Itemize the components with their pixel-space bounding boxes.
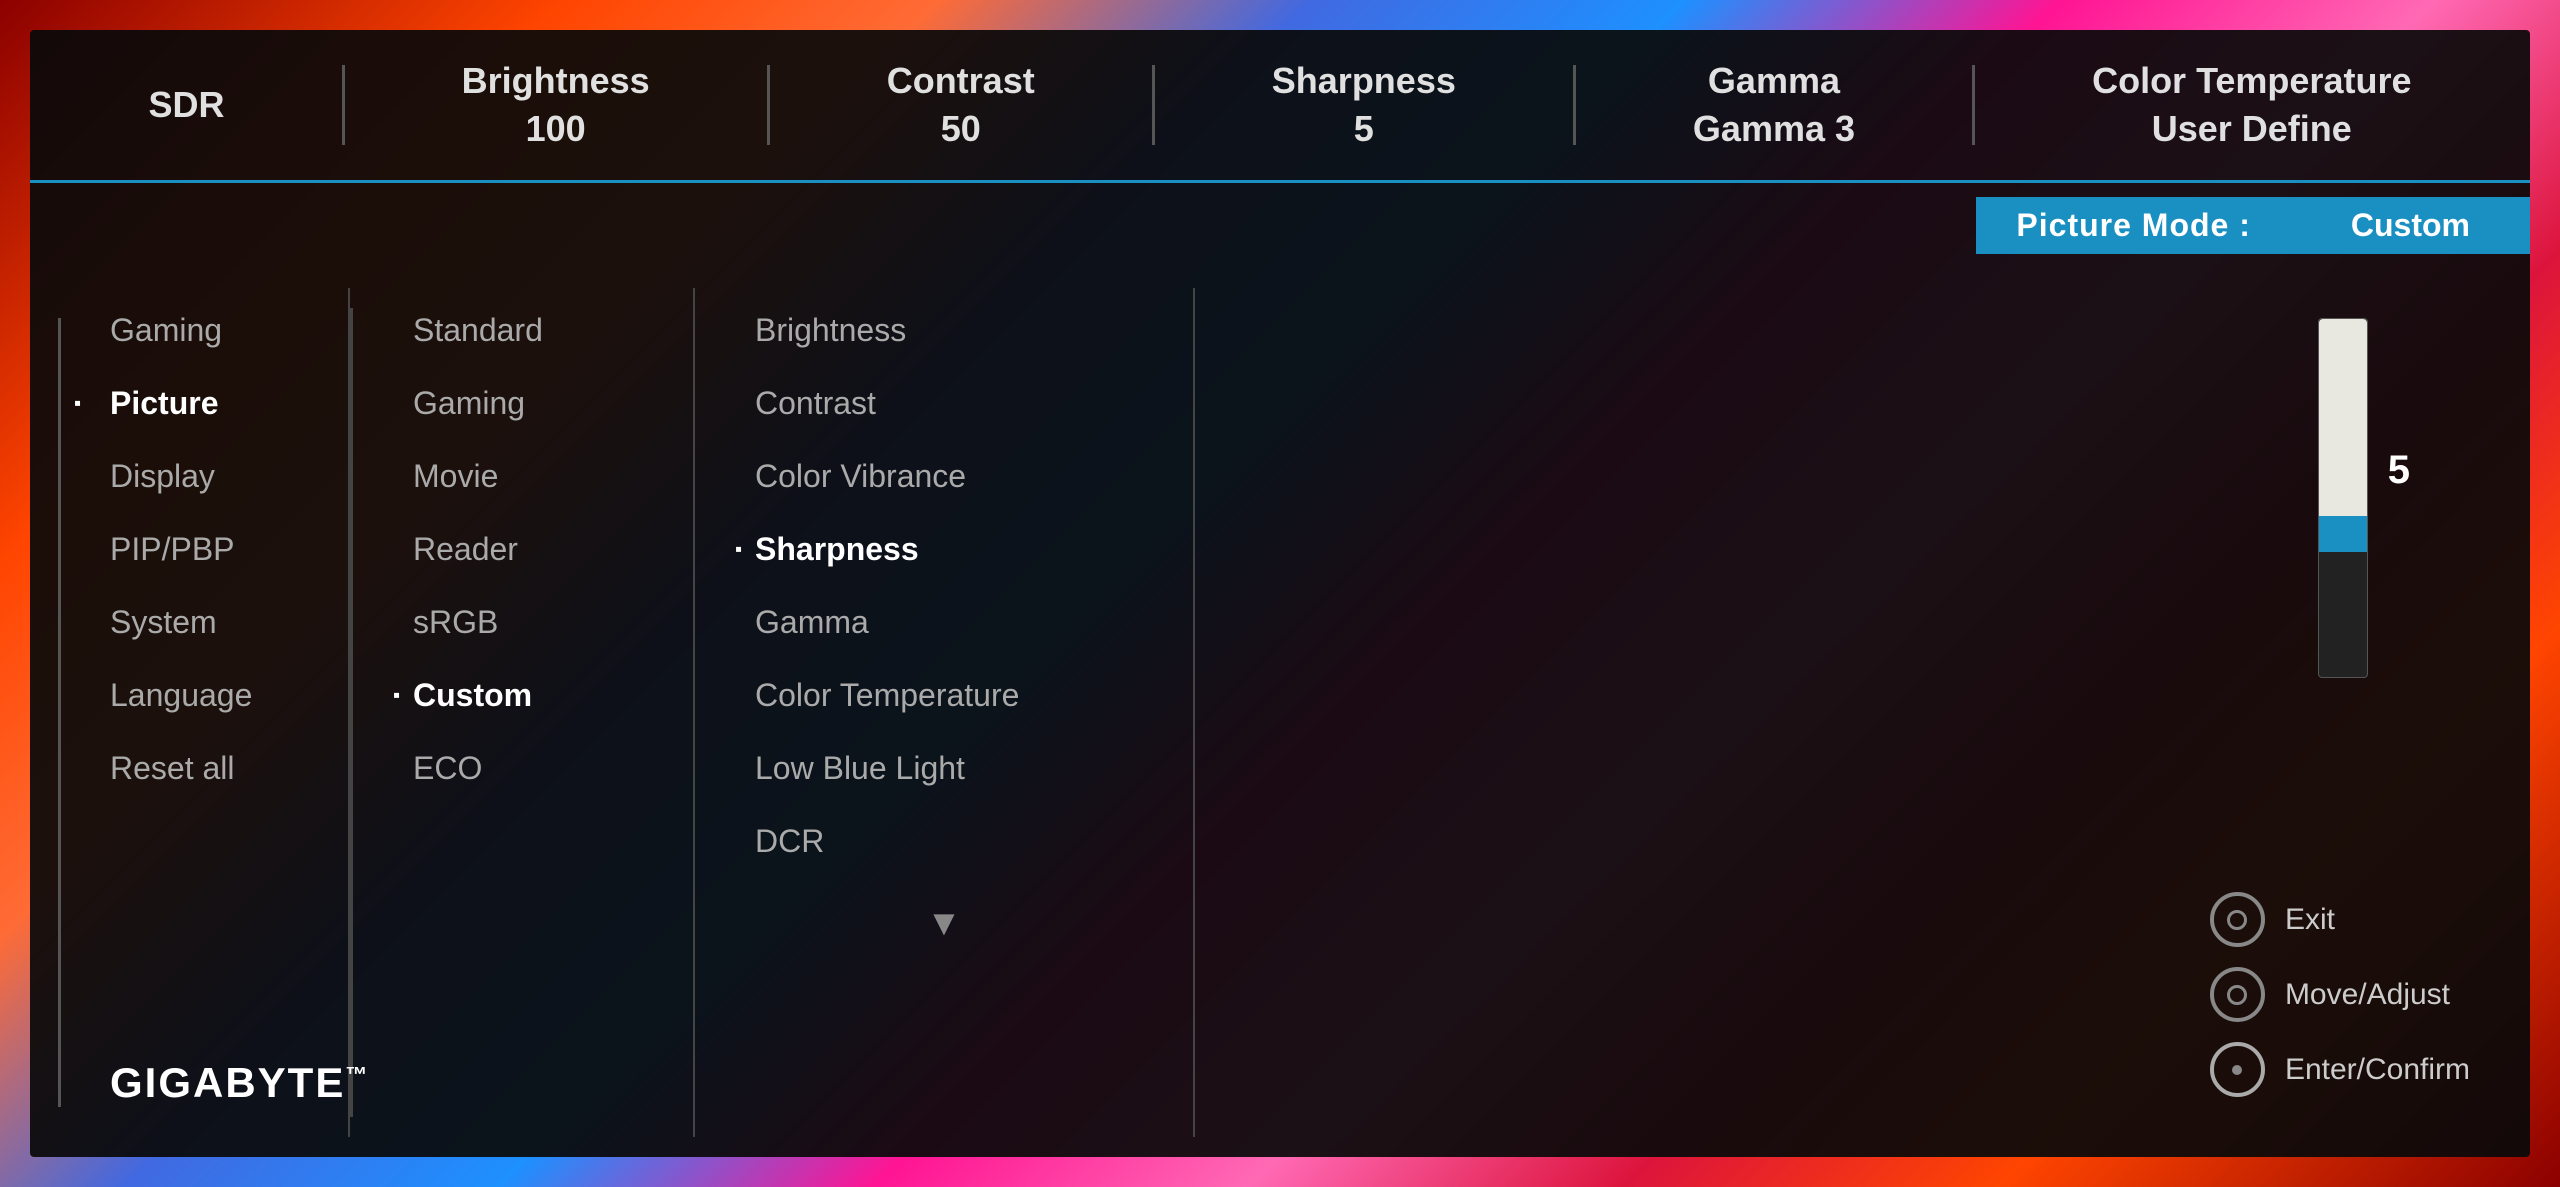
submenu-movie[interactable]: Movie bbox=[393, 454, 653, 499]
brightness-top-value: 100 bbox=[526, 108, 586, 150]
setting-color-vibrance[interactable]: Color Vibrance bbox=[735, 454, 1153, 499]
controls-area: Exit Move/Adjust Enter/Confirm bbox=[2210, 892, 2470, 1097]
settings-column: Brightness Contrast Color Vibrance Sharp… bbox=[693, 288, 1193, 1137]
exit-icon bbox=[2210, 892, 2265, 947]
color-temp-top-value: User Define bbox=[2152, 108, 2352, 150]
brand-name: GIGABYTE™ bbox=[110, 1059, 369, 1107]
submenu-column: Standard Gaming Movie Reader sRGB Custom… bbox=[353, 288, 693, 1137]
color-temp-top-label: Color Temperature bbox=[2092, 60, 2411, 102]
submenu-eco[interactable]: ECO bbox=[393, 746, 653, 791]
move-adjust-control[interactable]: Move/Adjust bbox=[2210, 967, 2470, 1022]
status-brightness: Brightness 100 bbox=[462, 60, 650, 150]
move-adjust-icon bbox=[2210, 967, 2265, 1022]
enter-confirm-control[interactable]: Enter/Confirm bbox=[2210, 1042, 2470, 1097]
exit-label: Exit bbox=[2285, 903, 2335, 937]
slider-value: 5 bbox=[2388, 448, 2410, 493]
left-menu: Gaming Picture Display PIP/PBP System La… bbox=[30, 288, 350, 1137]
gamma-top-label: Gamma bbox=[1708, 60, 1840, 102]
contrast-top-label: Contrast bbox=[887, 60, 1035, 102]
sharpness-top-value: 5 bbox=[1354, 108, 1374, 150]
menu-item-picture[interactable]: Picture bbox=[90, 381, 348, 426]
setting-low-blue-light[interactable]: Low Blue Light bbox=[735, 746, 1153, 791]
menu-item-system[interactable]: System bbox=[90, 600, 348, 645]
divider-4 bbox=[1573, 65, 1576, 145]
divider-2 bbox=[767, 65, 770, 145]
slider-fill-top bbox=[2319, 319, 2367, 516]
submenu-gaming[interactable]: Gaming bbox=[393, 381, 653, 426]
contrast-top-value: 50 bbox=[941, 108, 981, 150]
slider-fill-blue bbox=[2319, 516, 2367, 552]
setting-color-temperature[interactable]: Color Temperature bbox=[735, 673, 1153, 718]
status-contrast: Contrast 50 bbox=[887, 60, 1035, 150]
menu-item-gaming[interactable]: Gaming bbox=[90, 308, 348, 353]
exit-control[interactable]: Exit bbox=[2210, 892, 2470, 947]
top-status-bar: SDR Brightness 100 Contrast 50 Sharpness… bbox=[30, 30, 2530, 183]
setting-gamma[interactable]: Gamma bbox=[735, 600, 1153, 645]
status-color-temp: Color Temperature User Define bbox=[2092, 60, 2411, 150]
slider-area: 5 bbox=[2318, 318, 2410, 678]
setting-contrast[interactable]: Contrast bbox=[735, 381, 1153, 426]
osd-container: SDR Brightness 100 Contrast 50 Sharpness… bbox=[30, 30, 2530, 1157]
exit-icon-inner bbox=[2227, 910, 2247, 930]
setting-dcr[interactable]: DCR bbox=[735, 819, 1153, 864]
main-content: Gaming Picture Display PIP/PBP System La… bbox=[30, 268, 2530, 1157]
picture-mode-value: Custom bbox=[2291, 197, 2530, 254]
submenu-custom[interactable]: Custom bbox=[393, 673, 653, 718]
sdr-label: SDR bbox=[149, 84, 225, 126]
status-sharpness: Sharpness 5 bbox=[1272, 60, 1456, 150]
enter-confirm-icon bbox=[2210, 1042, 2265, 1097]
enter-confirm-icon-dot bbox=[2232, 1065, 2242, 1075]
move-adjust-icon-inner bbox=[2227, 985, 2247, 1005]
sharpness-top-label: Sharpness bbox=[1272, 60, 1456, 102]
status-gamma: Gamma Gamma 3 bbox=[1693, 60, 1855, 150]
move-adjust-label: Move/Adjust bbox=[2285, 978, 2450, 1012]
setting-brightness[interactable]: Brightness bbox=[735, 308, 1153, 353]
scroll-down-arrow: ▼ bbox=[735, 902, 1153, 944]
enter-confirm-label: Enter/Confirm bbox=[2285, 1053, 2470, 1087]
submenu-standard[interactable]: Standard bbox=[393, 308, 653, 353]
vertical-slider[interactable] bbox=[2318, 318, 2368, 678]
slider-column: 5 Exit Move/Adjust bbox=[1193, 288, 2530, 1137]
brightness-top-label: Brightness bbox=[462, 60, 650, 102]
setting-sharpness[interactable]: Sharpness bbox=[735, 527, 1153, 572]
status-sdr: SDR bbox=[149, 84, 225, 126]
picture-mode-bar: Picture Mode : Custom bbox=[30, 183, 2530, 268]
picture-mode-label: Picture Mode : bbox=[1976, 197, 2290, 254]
menu-item-reset-all[interactable]: Reset all bbox=[90, 746, 348, 791]
divider-3 bbox=[1152, 65, 1155, 145]
divider-5 bbox=[1972, 65, 1975, 145]
divider-1 bbox=[342, 65, 345, 145]
submenu-reader[interactable]: Reader bbox=[393, 527, 653, 572]
menu-item-pip-pbp[interactable]: PIP/PBP bbox=[90, 527, 348, 572]
gamma-top-value: Gamma 3 bbox=[1693, 108, 1855, 150]
submenu-srgb[interactable]: sRGB bbox=[393, 600, 653, 645]
menu-item-language[interactable]: Language bbox=[90, 673, 348, 718]
menu-item-display[interactable]: Display bbox=[90, 454, 348, 499]
